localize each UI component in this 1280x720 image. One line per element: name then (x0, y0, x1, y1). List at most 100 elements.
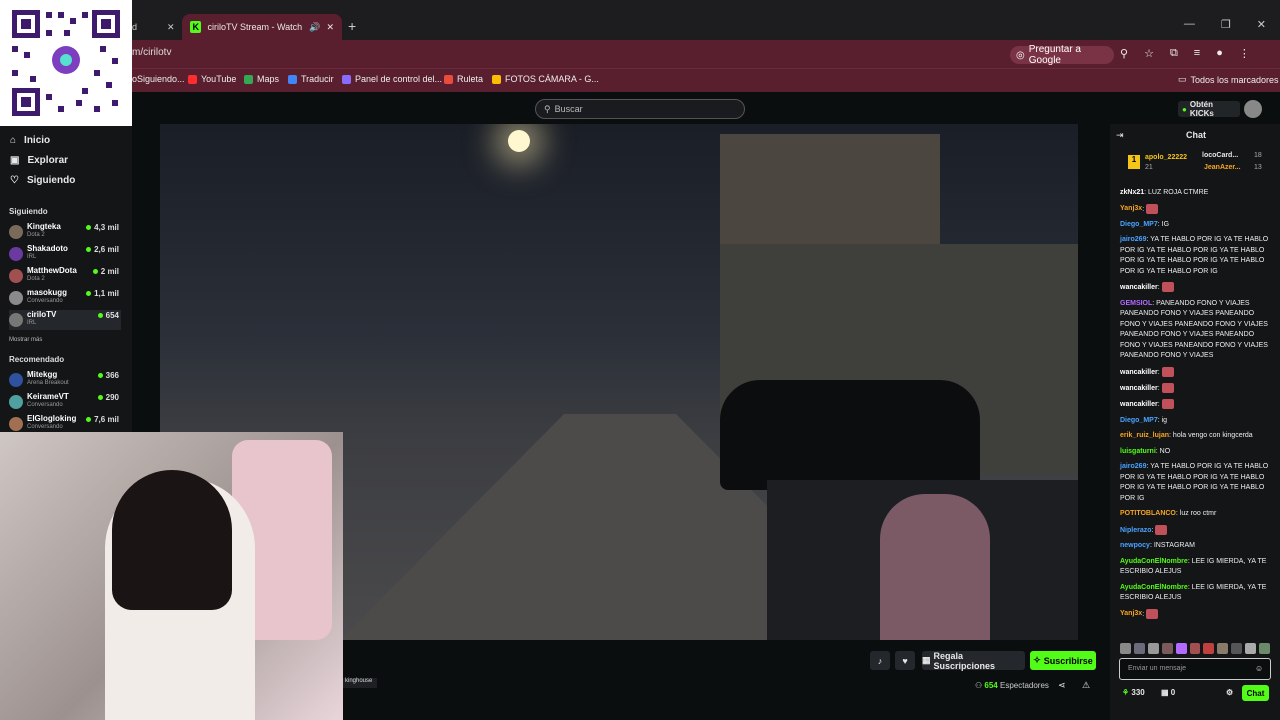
bookmark-item[interactable]: FOTOS CÁMARA - G... (492, 74, 599, 84)
sidebar-channel[interactable]: Mitekgg Arena Breakout 366 (9, 370, 121, 390)
emote-icon[interactable] (1189, 643, 1201, 654)
profile-avatar-icon[interactable]: ● (1216, 47, 1223, 60)
gift-subscriptions-button[interactable]: ▦ Regala Suscripciones (922, 650, 1025, 671)
user-avatar[interactable] (1244, 100, 1262, 118)
bookmark-item[interactable]: Panel de control del... (342, 74, 442, 84)
chat-username[interactable]: Yanj3x (1120, 205, 1142, 212)
leaderboard-name[interactable]: JeanAzer... (1204, 164, 1241, 171)
chat-username[interactable]: luisgaturni (1120, 448, 1156, 455)
chat-username[interactable]: wancakiller (1120, 284, 1158, 291)
leaderboard-name[interactable]: apolo_22222 (1145, 154, 1187, 161)
emote-icon[interactable] (1231, 643, 1243, 654)
bookmark-item[interactable]: oSiguiendo... (132, 74, 185, 84)
chat-username[interactable]: wancakiller (1120, 401, 1158, 408)
channel-name: ElGlogloking (27, 414, 77, 423)
emote-icon[interactable] (1147, 643, 1159, 654)
bookmark-item[interactable]: Ruleta (444, 74, 483, 84)
chat-username[interactable]: AyudaConElNombre (1120, 584, 1188, 591)
bookmark-item[interactable]: YouTube (188, 74, 236, 84)
search-input[interactable]: ⚲ Buscar (535, 99, 745, 119)
sidebar-channel[interactable]: Kingteka Dota 2 4,3 mil (9, 222, 121, 242)
channel-viewers: 366 (97, 371, 119, 380)
nav-home[interactable]: ⌂ Inicio (10, 135, 50, 146)
channel-viewers: 654 (97, 311, 119, 320)
bookmark-star-icon[interactable]: ☆ (1144, 47, 1154, 60)
speaker-icon[interactable]: 🔊 (309, 22, 320, 33)
chat-username[interactable]: zkNx21 (1120, 189, 1144, 196)
emote-icon[interactable] (1259, 643, 1270, 654)
live-dot-icon (97, 395, 103, 401)
sidebar-channel[interactable]: MatthewDota Dota 2 2 mil (9, 266, 121, 286)
maximize-icon[interactable]: ❐ (1221, 18, 1231, 31)
emote-icon[interactable] (1245, 643, 1257, 654)
close-icon[interactable]: ✕ (326, 22, 334, 33)
minimize-icon[interactable]: — (1184, 18, 1195, 31)
emote-icon[interactable] (1133, 643, 1145, 654)
close-window-icon[interactable]: ✕ (1257, 18, 1266, 31)
emote-icon[interactable] (1203, 643, 1215, 654)
emoji-icon[interactable]: ☺ (1255, 664, 1263, 673)
notification-bell-button[interactable]: ♪ (870, 651, 890, 670)
bookmark-item[interactable]: Traducir (288, 74, 334, 84)
emote-icon[interactable] (1175, 643, 1187, 654)
leaderboard-name[interactable]: locoCard... (1202, 152, 1238, 159)
chat-username[interactable]: Diego_MP7 (1120, 417, 1158, 424)
chat-username[interactable]: Diego_MP7 (1120, 221, 1158, 228)
viewer-count-label: Espectadores (1000, 681, 1049, 690)
sidebar-channel[interactable]: ElGlogloking Conversando 7,6 mil (9, 414, 121, 434)
browser-tab-previous[interactable]: d ✕ (132, 14, 182, 40)
sidebar-channel[interactable]: KeirameVT Conversando 290 (9, 392, 121, 412)
chat-username[interactable]: jairo269 (1120, 236, 1146, 243)
channel-viewers: 4,3 mil (86, 223, 119, 232)
menu-icon[interactable]: ⋮ (1239, 47, 1250, 60)
nav-explore[interactable]: ▣ Explorar (10, 155, 68, 166)
sidebar-channel[interactable]: masokugg Conversando 1,1 mil (9, 288, 121, 308)
sidebar-channel[interactable]: ciriloTV IRL 654 (9, 310, 121, 330)
url-field[interactable]: m/cirilotv (132, 47, 171, 58)
all-bookmarks-button[interactable]: ▭ Todos los marcadores (1178, 74, 1279, 85)
new-tab-button[interactable]: + (348, 18, 356, 34)
sidebar-channel[interactable]: Shakadoto IRL 2,6 mil (9, 244, 121, 264)
chat-username[interactable]: newpocy (1120, 542, 1150, 549)
chat-username[interactable]: Yanj3x (1120, 610, 1142, 617)
chat-message-input[interactable]: Enviar un mensaje (1119, 658, 1271, 680)
chat-username[interactable]: erik_ruiz_lujan (1120, 432, 1169, 439)
report-warning-icon[interactable]: ⚠ (1082, 680, 1090, 691)
zoom-icon[interactable]: ⚲ (1120, 47, 1128, 60)
share-icon[interactable]: ⋖ (1058, 680, 1066, 691)
nav-following[interactable]: ♡ Siguiendo (10, 175, 75, 186)
extensions-icon[interactable]: ⧉ (1170, 47, 1178, 60)
browser-tab-active[interactable]: K ciriloTV Stream - Watch Liv 🔊 ✕ (182, 14, 342, 40)
emote-icon[interactable] (1161, 643, 1173, 654)
follow-heart-button[interactable]: ♥ (895, 651, 915, 670)
chat-message: jairo269: YA TE HABLO POR IG YA TE HABLO… (1120, 236, 1269, 275)
chat-username[interactable]: wancakiller (1120, 369, 1158, 376)
chat-username[interactable]: GEMSIOL (1120, 300, 1152, 307)
collapse-chat-icon[interactable]: ⇥ (1116, 130, 1124, 141)
show-more-link[interactable]: Mostrar más (9, 337, 42, 343)
gifts-count: 0 (1170, 688, 1176, 697)
chat-username[interactable]: wancakiller (1120, 385, 1158, 392)
close-icon[interactable]: ✕ (167, 22, 175, 33)
media-icon[interactable]: ≡ (1194, 47, 1200, 60)
channel-category: Conversando (27, 402, 63, 408)
subscribe-button[interactable]: ✧ Suscribirse (1030, 651, 1096, 670)
chat-username[interactable]: jairo269 (1120, 463, 1146, 470)
settings-gear-icon[interactable]: ⚙ (1226, 688, 1233, 697)
chat-username[interactable]: POTITOBLANCO (1120, 510, 1176, 517)
folder-icon: ▭ (1178, 74, 1187, 84)
channel-avatar (9, 225, 23, 239)
ask-google-button[interactable]: ◎ Preguntar a Google (1010, 44, 1114, 66)
tab-title: ciriloTV Stream - Watch Liv (207, 22, 303, 32)
bookmark-item[interactable]: Maps (244, 74, 279, 84)
send-chat-button[interactable]: Chat (1242, 685, 1269, 701)
emote-icon[interactable] (1120, 643, 1131, 654)
gift-subs-label: Regala Suscripciones (933, 650, 996, 671)
chat-message: wancakiller: (1120, 399, 1270, 410)
chat-username[interactable]: AyudaConElNombre (1120, 558, 1188, 565)
get-kicks-button[interactable]: ● Obtén KICKs (1178, 100, 1240, 118)
emote-icon (1146, 608, 1159, 619)
chat-username[interactable]: Niplerazo (1120, 527, 1152, 534)
emote-icon[interactable] (1217, 643, 1229, 654)
stream-tag[interactable]: kinghouse (343, 678, 377, 688)
